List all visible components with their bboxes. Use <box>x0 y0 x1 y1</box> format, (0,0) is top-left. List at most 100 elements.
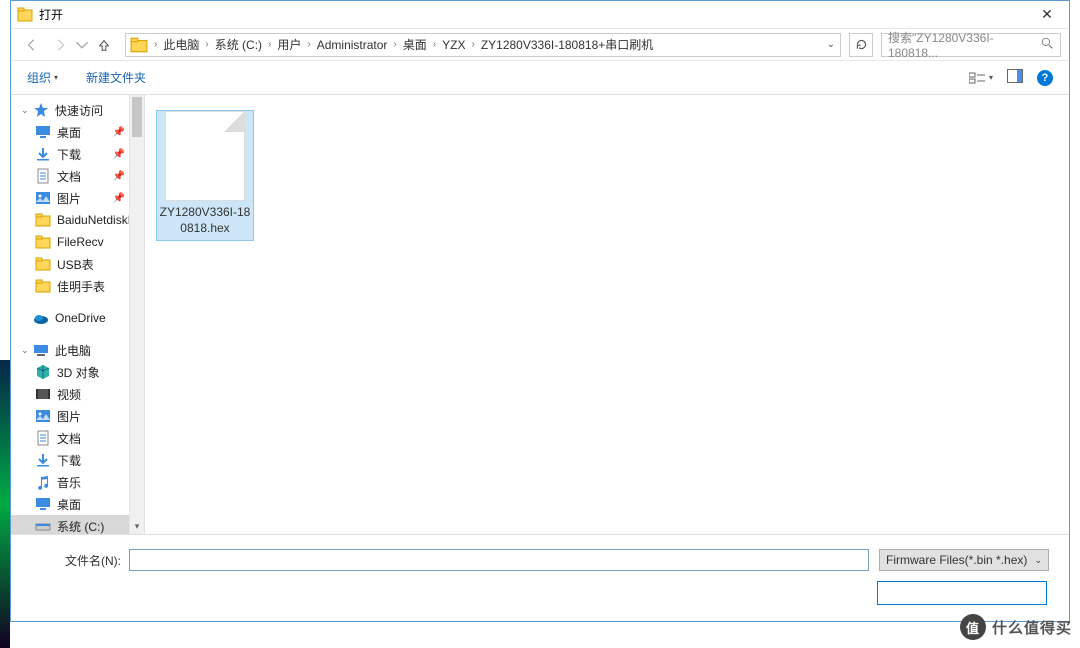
tree-item-USB表[interactable]: USB表 <box>11 253 129 275</box>
crumb-1[interactable]: 系统 (C:) <box>211 34 266 56</box>
tree-item-文档[interactable]: 文档 📌 <box>11 165 129 187</box>
open-file-dialog: 打开 ✕ › 此电脑 › 系统 (C:) › 用户 › Administrato… <box>10 0 1070 622</box>
tree-scrollbar[interactable]: ▴ ▾ <box>129 95 144 534</box>
filename-label: 文件名(N): <box>31 552 121 569</box>
tree-item-此电脑[interactable]: ⌄ 此电脑 <box>11 339 129 361</box>
crumb-6[interactable]: ZY1280V336I-180818+串口刷机 <box>477 34 657 56</box>
dialog-body: ⌄ 快速访问桌面 📌 下载 📌 文档 📌 图片 📌 BaiduNetdiskD FileRecv US… <box>11 95 1069 534</box>
tree-item-系统 (C:)[interactable]: 系统 (C:) <box>11 515 129 534</box>
chevron-right-icon: › <box>469 39 476 50</box>
tree-item-label: 3D 对象 <box>57 364 100 381</box>
address-dropdown[interactable]: ⌄ <box>822 39 840 50</box>
tree-item-label: 佳明手表 <box>57 278 105 295</box>
chevron-down-icon: ▾ <box>54 73 58 82</box>
dialog-footer: 文件名(N): Firmware Files(*.bin *.hex) ⌄ <box>11 534 1069 621</box>
new-folder-button[interactable]: 新建文件夹 <box>86 69 146 86</box>
tree-item-label: OneDrive <box>55 311 106 325</box>
search-placeholder: 搜索"ZY1280V336I-180818... <box>888 29 1041 60</box>
folder-icon <box>130 36 148 54</box>
view-mode-button[interactable]: ▾ <box>969 71 993 85</box>
tree-item-图片[interactable]: 图片 <box>11 405 129 427</box>
pin-icon: 📌 <box>113 127 125 138</box>
pin-icon: 📌 <box>113 193 125 204</box>
tree-item-label: 文档 <box>57 430 81 447</box>
chevron-icon: ⌄ <box>21 345 31 356</box>
file-item[interactable]: ZY1280V336I-180818.hex <box>157 111 253 240</box>
file-name: ZY1280V336I-180818.hex <box>157 205 253 240</box>
window-title: 打开 <box>39 6 1027 23</box>
tree-item-label: BaiduNetdiskD <box>57 213 129 227</box>
tree-item-label: 音乐 <box>57 474 81 491</box>
forward-button[interactable] <box>47 32 73 58</box>
chevron-right-icon: › <box>266 39 273 50</box>
organize-menu[interactable]: 组织▾ <box>27 69 58 86</box>
app-icon <box>17 7 33 23</box>
chevron-right-icon: › <box>305 39 312 50</box>
tree-item-label: 快速访问 <box>55 102 103 119</box>
tree-item-label: 桌面 <box>57 124 81 141</box>
file-list[interactable]: ZY1280V336I-180818.hex <box>145 95 1069 534</box>
preview-pane-button[interactable] <box>1007 69 1023 86</box>
tree-item-label: 此电脑 <box>55 342 91 359</box>
search-input[interactable]: 搜索"ZY1280V336I-180818... <box>881 33 1061 57</box>
help-button[interactable]: ? <box>1037 70 1053 86</box>
search-icon <box>1041 37 1054 53</box>
crumb-5[interactable]: YZX <box>438 34 469 56</box>
tree-item-文档[interactable]: 文档 <box>11 427 129 449</box>
breadcrumb-bar[interactable]: › 此电脑 › 系统 (C:) › 用户 › Administrator › 桌… <box>125 33 841 57</box>
chevron-down-icon: ⌄ <box>1034 555 1042 566</box>
crumb-4[interactable]: 桌面 <box>399 34 431 56</box>
tree-item-label: 视频 <box>57 386 81 403</box>
tree-item-label: 下载 <box>57 452 81 469</box>
crumb-3[interactable]: Administrator <box>313 34 392 56</box>
titlebar: 打开 ✕ <box>11 1 1069 29</box>
watermark-badge: 值 <box>960 614 986 640</box>
tree-item-视频[interactable]: 视频 <box>11 383 129 405</box>
file-type-filter[interactable]: Firmware Files(*.bin *.hex) ⌄ <box>879 549 1049 571</box>
refresh-button[interactable] <box>849 33 873 57</box>
tree-item-下载[interactable]: 下载 <box>11 449 129 471</box>
chevron-right-icon: › <box>391 39 398 50</box>
navigation-bar: › 此电脑 › 系统 (C:) › 用户 › Administrator › 桌… <box>11 29 1069 61</box>
close-button[interactable]: ✕ <box>1027 2 1067 28</box>
tree-item-音乐[interactable]: 音乐 <box>11 471 129 493</box>
tree-item-佳明手表[interactable]: 佳明手表 <box>11 275 129 297</box>
chevron-icon: ⌄ <box>21 105 31 116</box>
tree-item-OneDrive[interactable]: OneDrive <box>11 307 129 329</box>
recent-dropdown[interactable] <box>75 32 89 58</box>
crumb-0[interactable]: 此电脑 <box>159 34 203 56</box>
pin-icon: 📌 <box>113 171 125 182</box>
tree-item-BaiduNetdiskD[interactable]: BaiduNetdiskD <box>11 209 129 231</box>
pin-icon: 📌 <box>113 149 125 160</box>
tree-item-桌面[interactable]: 桌面 📌 <box>11 121 129 143</box>
tree-item-快速访问[interactable]: ⌄ 快速访问 <box>11 99 129 121</box>
watermark: 值 什么值得买 <box>960 614 1072 640</box>
tree-item-桌面[interactable]: 桌面 <box>11 493 129 515</box>
chevron-right-icon: › <box>152 39 159 50</box>
tree-item-图片[interactable]: 图片 📌 <box>11 187 129 209</box>
command-bar: 组织▾ 新建文件夹 ▾ ? <box>11 61 1069 95</box>
tree-item-label: 图片 <box>57 190 81 207</box>
filename-input[interactable] <box>129 549 869 571</box>
tree-item-label: 下载 <box>57 146 81 163</box>
tree-item-label: 桌面 <box>57 496 81 513</box>
scroll-down-icon[interactable]: ▾ <box>130 519 144 534</box>
back-button[interactable] <box>19 32 45 58</box>
chevron-right-icon: › <box>203 39 210 50</box>
navigation-tree[interactable]: ⌄ 快速访问桌面 📌 下载 📌 文档 📌 图片 📌 BaiduNetdiskD FileRecv US… <box>11 95 145 534</box>
scroll-thumb[interactable] <box>132 97 142 137</box>
open-button[interactable] <box>877 581 1047 605</box>
tree-item-下载[interactable]: 下载 📌 <box>11 143 129 165</box>
crumb-2[interactable]: 用户 <box>273 34 305 56</box>
tree-item-3D 对象[interactable]: 3D 对象 <box>11 361 129 383</box>
tree-item-label: 文档 <box>57 168 81 185</box>
file-icon <box>165 111 245 201</box>
chevron-right-icon: › <box>431 39 438 50</box>
tree-item-label: 图片 <box>57 408 81 425</box>
tree-item-FileRecv[interactable]: FileRecv <box>11 231 129 253</box>
tree-item-label: FileRecv <box>57 235 104 249</box>
watermark-text: 什么值得买 <box>992 617 1072 638</box>
up-button[interactable] <box>91 32 117 58</box>
tree-item-label: USB表 <box>57 256 94 273</box>
tree-item-label: 系统 (C:) <box>57 518 104 535</box>
